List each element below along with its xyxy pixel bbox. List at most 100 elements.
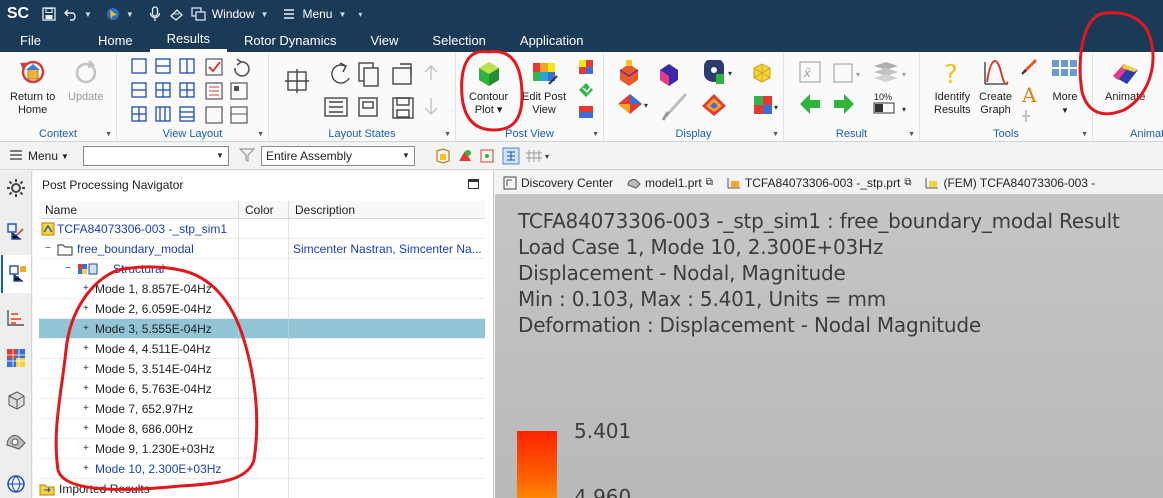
return-to-home-button[interactable]: Return to Home (10, 58, 55, 117)
group-dropdown-icon[interactable]: ▼ (908, 131, 915, 138)
tab-home[interactable]: Home (81, 28, 150, 52)
tree-row-root[interactable]: TCFA84073306-003 -_stp_sim1 (39, 219, 485, 239)
question-icon: ? (944, 60, 958, 88)
edit-post-view-button[interactable]: Edit Post View (522, 58, 566, 117)
tree-row-mode[interactable]: + Mode 4, 4.511E-04Hz (39, 339, 485, 359)
menu-label[interactable]: Menu (302, 7, 332, 21)
column-header-description[interactable]: Description (289, 201, 485, 218)
chevron-down-icon: ▼ (402, 151, 410, 160)
simulation-navigator-icon[interactable] (5, 221, 27, 243)
tab-discovery-center[interactable]: Discovery Center (503, 176, 613, 190)
tab-model1[interactable]: model1.prt ⧉ (627, 176, 713, 190)
tree-row-imported[interactable]: Imported Results (39, 479, 485, 498)
tab-menu-icon[interactable]: ⧉ (706, 177, 713, 188)
menu-dropdown-icon[interactable]: ▼ (338, 10, 346, 19)
tab-application[interactable]: Application (503, 28, 601, 52)
web-browser-icon[interactable] (5, 473, 27, 495)
save-icon[interactable] (40, 5, 58, 23)
more-button[interactable]: More ▼ (1050, 58, 1080, 117)
tab-fem[interactable]: (FEM) TCFA84073306-003 - (925, 176, 1095, 190)
window-menu-label[interactable]: Window (212, 7, 255, 21)
menu-icon[interactable] (10, 149, 22, 163)
group-dropdown-icon[interactable]: ▼ (592, 131, 599, 138)
layout-states-icons (285, 62, 438, 119)
select-dropdown-icon[interactable]: ▼ (126, 10, 134, 19)
expand-icon[interactable]: + (83, 444, 91, 454)
selection-tool-icons[interactable]: ▾ (435, 147, 575, 165)
tab-rotor-dynamics[interactable]: Rotor Dynamics (227, 28, 353, 52)
expand-icon[interactable]: + (83, 284, 91, 294)
graphics-window-tabs: Discovery Center model1.prt ⧉ TCFA840733… (495, 171, 1163, 195)
customize-qa-icon[interactable]: ▾ (358, 10, 362, 19)
tree-row-mode[interactable]: + Mode 6, 5.763E-04Hz (39, 379, 485, 399)
assembly-icon[interactable] (5, 429, 27, 451)
menu-icon[interactable] (280, 5, 298, 23)
group-dropdown-icon[interactable]: ▼ (444, 131, 451, 138)
group-dropdown-icon[interactable]: ▼ (1081, 131, 1088, 138)
part-icon[interactable] (5, 389, 27, 411)
tab-selection[interactable]: Selection (415, 28, 502, 52)
reuse-library-icon[interactable] (5, 307, 27, 329)
tree-row-mode-selected[interactable]: + Mode 3, 5.555E-04Hz (39, 319, 485, 339)
svg-text:▾: ▾ (902, 70, 906, 79)
tree-row-mode[interactable]: + Mode 2, 6.059E-04Hz (39, 299, 485, 319)
tree-row-mode[interactable]: + Mode 1, 8.857E-04Hz (39, 279, 485, 299)
graphics-window[interactable]: TCFA84073306-003 -_stp_sim1 : free_bound… (495, 195, 1163, 498)
expand-icon[interactable]: + (83, 464, 91, 474)
tree-row-structural[interactable]: − Structural (39, 259, 485, 279)
create-graph-button[interactable]: Create Graph (979, 58, 1012, 117)
undo-dropdown-icon[interactable]: ▼ (84, 10, 92, 19)
result-minmax-line: Min : 0.103, Max : 5.401, Units = mm (518, 287, 887, 311)
collapse-icon[interactable]: − (45, 244, 53, 254)
tree-row-mode[interactable]: + Mode 7, 652.97Hz (39, 399, 485, 419)
top-border-bar: Menu ▼ ▼ Entire Assembly ▼ ▾ (0, 143, 1163, 170)
window-icon[interactable] (190, 5, 208, 23)
animate-button[interactable]: Animate (1105, 58, 1145, 104)
tab-results[interactable]: Results (149, 28, 227, 52)
scope-combo[interactable]: Entire Assembly ▼ (260, 146, 415, 166)
touch-mode-icon[interactable] (168, 5, 186, 23)
contour-plot-button[interactable]: Contour Plot ▾ (469, 58, 508, 117)
undo-icon[interactable] (62, 5, 80, 23)
expand-icon[interactable]: + (83, 384, 91, 394)
collapse-icon[interactable]: − (65, 264, 73, 274)
tree-row-mode-active[interactable]: + Mode 10, 2.300E+03Hz (39, 459, 485, 479)
tree-row-mode[interactable]: + Mode 9, 1.230E+03Hz (39, 439, 485, 459)
expand-icon[interactable]: + (83, 304, 91, 314)
maximize-icon[interactable] (468, 179, 479, 189)
column-header-name[interactable]: Name (39, 201, 239, 218)
expand-icon[interactable]: + (83, 324, 91, 334)
expand-icon[interactable]: + (83, 404, 91, 414)
select-tool-icon[interactable] (104, 5, 122, 23)
menu-button[interactable]: Menu (28, 149, 58, 163)
tab-stp-prt[interactable]: TCFA84073306-003 -_stp.prt ⧉ (727, 175, 911, 190)
expand-icon[interactable]: + (83, 424, 91, 434)
tree-row-mode[interactable]: + Mode 5, 3.514E-04Hz (39, 359, 485, 379)
gear-icon[interactable] (5, 177, 27, 199)
tab-menu-icon[interactable]: ⧉ (904, 177, 911, 188)
column-header-color[interactable]: Color (239, 201, 289, 218)
group-dropdown-icon[interactable]: ▼ (257, 131, 264, 138)
tab-label: TCFA84073306-003 -_stp.prt (744, 175, 901, 190)
update-button[interactable]: Update (68, 58, 103, 104)
svg-text:▾: ▾ (644, 101, 648, 110)
filter-icon[interactable] (238, 147, 256, 165)
group-dropdown-icon[interactable]: ▼ (772, 131, 779, 138)
graph-icon (983, 60, 1009, 85)
post-processing-tab-active[interactable] (1, 255, 31, 293)
more-dropdown-icon: ▼ (1061, 106, 1069, 115)
results-grid-icon[interactable] (5, 347, 27, 369)
tree-row-mode[interactable]: + Mode 8, 686.00Hz (39, 419, 485, 439)
group-dropdown-icon[interactable]: ▼ (105, 131, 112, 138)
tree-row-solution[interactable]: − free_boundary_modal Simcenter Nastran,… (39, 239, 485, 259)
expand-icon[interactable]: + (83, 344, 91, 354)
microphone-icon[interactable] (146, 5, 164, 23)
type-filter-combo[interactable]: ▼ (82, 146, 229, 166)
menu-dropdown-icon[interactable]: ▼ (61, 152, 69, 161)
tab-file[interactable]: File (0, 28, 81, 52)
identify-results-button[interactable]: ? Identify Results (934, 58, 971, 117)
window-dropdown-icon[interactable]: ▼ (261, 10, 269, 19)
update-label: Update (68, 91, 104, 103)
tab-view[interactable]: View (353, 28, 415, 52)
expand-icon[interactable]: + (83, 364, 91, 374)
